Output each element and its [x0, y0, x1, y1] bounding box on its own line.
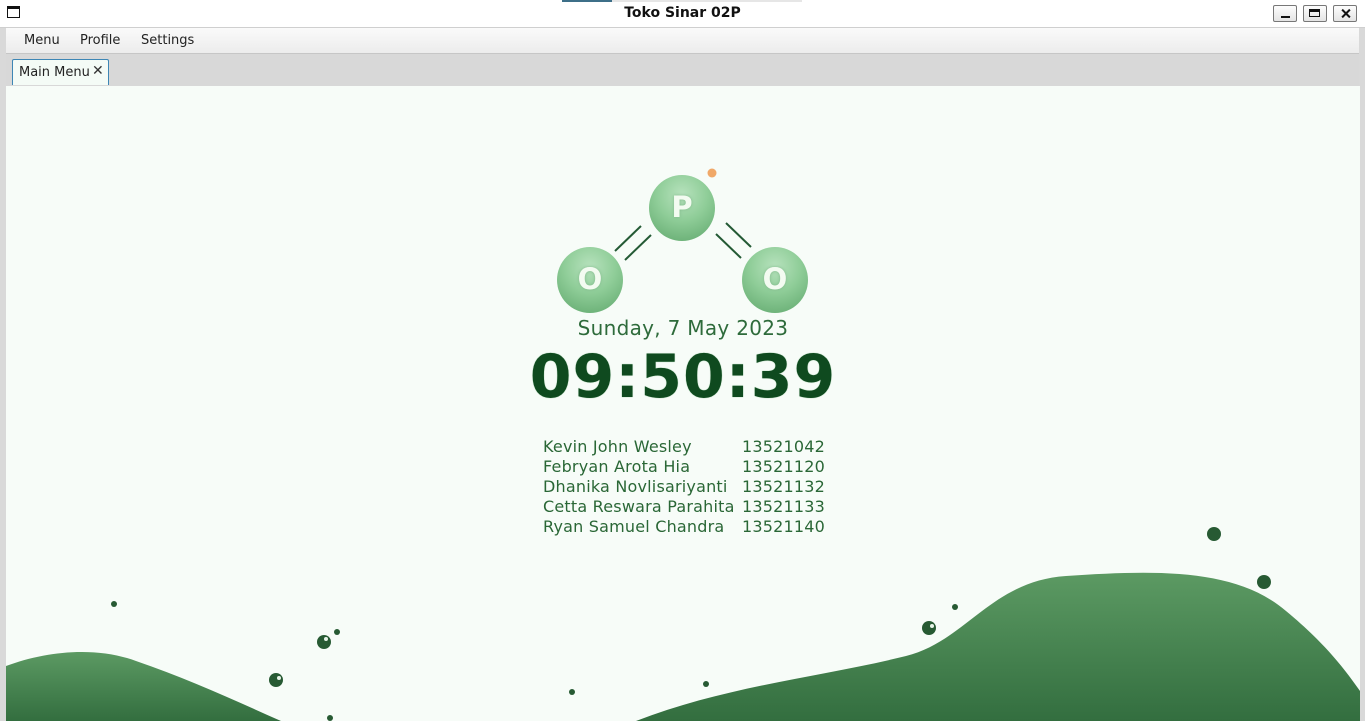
member-id: 13521042 [742, 437, 826, 456]
bubble [1207, 527, 1221, 541]
member-name: Ryan Samuel Chandra [543, 517, 725, 536]
member-row: Kevin John Wesley 13521042 [543, 437, 843, 457]
member-name: Febryan Arota Hia [543, 457, 691, 476]
bubble [703, 681, 709, 687]
bubble [1257, 575, 1271, 589]
bubble [569, 689, 575, 695]
bubble [277, 676, 281, 680]
bubble [111, 601, 117, 607]
main-menu-content: P O O Sunday, 7 May 2023 09:50:39 Kevin … [6, 86, 1360, 721]
maximize-button[interactable] [1303, 5, 1327, 22]
menu-item-settings[interactable]: Settings [141, 33, 194, 48]
logo-bond [725, 222, 752, 248]
member-row: Cetta Reswara Parahita 13521133 [543, 497, 843, 517]
member-name: Cetta Reswara Parahita [543, 497, 735, 516]
member-name: Dhanika Novlisariyanti [543, 477, 728, 496]
bubble [922, 621, 936, 635]
right-wave [636, 572, 1360, 721]
bubble [317, 635, 331, 649]
minimize-button[interactable] [1273, 5, 1297, 22]
tab-main-menu[interactable]: Main Menu ✕ [12, 59, 109, 85]
window-title-bar: Toko Sinar 02P [0, 0, 1365, 28]
member-name: Kevin John Wesley [543, 437, 692, 456]
member-list: Kevin John Wesley 13521042 Febryan Arota… [543, 437, 843, 537]
member-row: Febryan Arota Hia 13521120 [543, 457, 843, 477]
logo-atom-o-left: O [557, 247, 623, 313]
title-accent-bar [562, 0, 802, 2]
menu-item-profile[interactable]: Profile [80, 33, 120, 48]
close-window-button[interactable] [1333, 5, 1357, 22]
bubble [324, 637, 328, 641]
logo-atom-o-right: O [742, 247, 808, 313]
member-row: Dhanika Novlisariyanti 13521132 [543, 477, 843, 497]
current-date: Sunday, 7 May 2023 [577, 316, 789, 340]
member-id: 13521133 [742, 497, 826, 516]
window-title: Toko Sinar 02P [624, 5, 741, 21]
member-row: Ryan Samuel Chandra 13521140 [543, 517, 843, 537]
tab-bar: Main Menu ✕ [6, 54, 1359, 86]
current-time: 09:50:39 [529, 342, 837, 412]
bubble [334, 629, 340, 635]
menu-bar: Menu Profile Settings [6, 28, 1359, 54]
bubble [930, 624, 934, 628]
logo-bond [715, 233, 742, 259]
tab-label: Main Menu [19, 65, 90, 80]
member-id: 13521120 [742, 457, 826, 476]
orange-dot [707, 168, 717, 178]
tab-close-icon[interactable]: ✕ [92, 63, 104, 79]
left-wave [6, 651, 281, 721]
menu-item-menu[interactable]: Menu [24, 33, 60, 48]
bubble [952, 604, 958, 610]
bubble [327, 715, 333, 721]
member-id: 13521132 [742, 477, 826, 496]
bubble [269, 673, 283, 687]
member-id: 13521140 [742, 517, 826, 536]
logo-atom-p: P [649, 175, 715, 241]
